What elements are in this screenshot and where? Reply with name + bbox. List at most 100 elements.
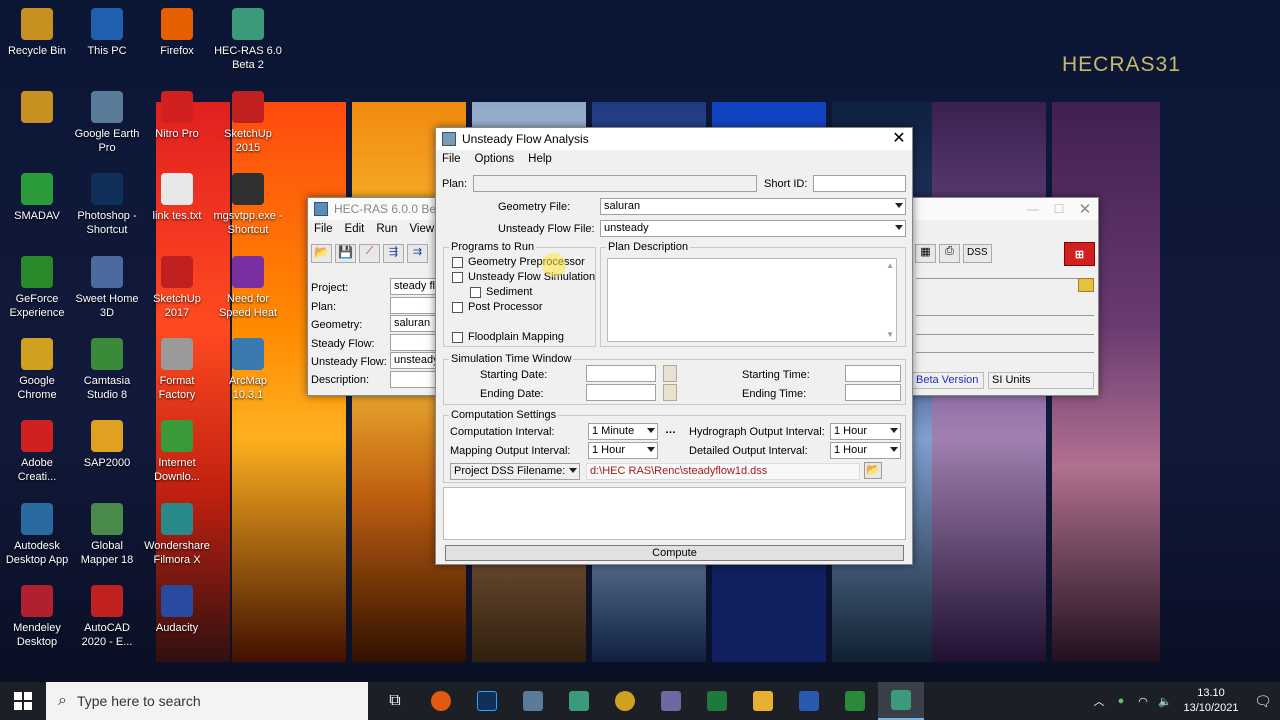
taskbar-app-active[interactable] <box>878 682 924 720</box>
checkbox-box[interactable] <box>452 301 463 313</box>
dialog-menu-file[interactable]: File <box>442 153 461 165</box>
desktop-icon[interactable]: Format Factory <box>142 338 212 402</box>
desktop-icon[interactable]: mgsvtpp.exe - Shortcut <box>213 173 283 237</box>
desktop-icon[interactable]: Need for Speed Heat <box>213 256 283 320</box>
dialog-menu-help[interactable]: Help <box>528 153 552 165</box>
chevron-up-icon[interactable]: ︿ <box>1088 693 1110 709</box>
desktop-icon[interactable]: Google Earth Pro <box>72 91 142 155</box>
clock[interactable]: 13.10 13/10/2021 <box>1176 686 1246 716</box>
desktop-icon[interactable]: Audacity <box>142 585 212 635</box>
desktop-icon[interactable]: SAP2000 <box>72 420 142 470</box>
steady-flow-field[interactable] <box>390 334 436 351</box>
menu-view[interactable]: View <box>409 223 434 235</box>
steady-flow-editor-icon[interactable]: ⇶ <box>383 244 404 263</box>
description-field[interactable] <box>390 371 436 388</box>
checkbox-box[interactable] <box>452 256 463 268</box>
folder-icon[interactable] <box>1078 278 1094 292</box>
ending-date-input[interactable] <box>586 384 656 401</box>
unsteady-flow-file-select[interactable]: unsteady <box>600 220 906 237</box>
save-project-icon[interactable]: 💾 <box>335 244 356 263</box>
start-button[interactable] <box>0 682 46 720</box>
desktop-icon[interactable]: Nitro Pro <box>142 91 212 141</box>
plan-input[interactable] <box>473 175 757 192</box>
desktop-icon[interactable]: Google Chrome <box>2 338 72 402</box>
desktop-icon[interactable]: Recycle Bin <box>2 8 72 58</box>
maximize-icon[interactable]: ☐ <box>1046 202 1072 216</box>
unsteady-flow-analysis-dialog[interactable]: Unsteady Flow Analysis ✕ File Options He… <box>435 127 913 565</box>
network-status-icon[interactable]: ● <box>1110 695 1132 707</box>
desktop-icon[interactable]: link tes.txt <box>142 173 212 223</box>
calendar-icon[interactable] <box>663 365 677 382</box>
checkbox-box[interactable] <box>452 271 463 283</box>
taskbar-app[interactable] <box>418 682 464 720</box>
project-dss-filename-select[interactable]: Project DSS Filename: <box>450 463 580 480</box>
dialog-menu-options[interactable]: Options <box>475 153 515 165</box>
plan-field[interactable] <box>390 297 436 314</box>
desktop-icon[interactable]: Sweet Home 3D <box>72 256 142 320</box>
desktop-icon[interactable]: HEC-RAS 6.0 Beta 2 <box>213 8 283 72</box>
more-options-icon[interactable]: … <box>665 424 676 436</box>
desktop-icon[interactable]: SketchUp 2015 <box>213 91 283 155</box>
taskbar-app[interactable] <box>740 682 786 720</box>
mapping-output-interval-select[interactable]: 1 Hour <box>588 442 658 459</box>
minimize-icon[interactable]: — <box>1020 202 1046 216</box>
desktop-icon[interactable]: Autodesk Desktop App <box>2 503 72 567</box>
checkbox-box[interactable] <box>470 286 481 298</box>
post-processor-checkbox[interactable]: Post Processor <box>452 301 543 313</box>
dialog-titlebar[interactable]: Unsteady Flow Analysis ✕ <box>436 128 912 150</box>
checkbox-box[interactable] <box>452 331 463 343</box>
project-dss-filename-input[interactable]: d:\HEC RAS\Renc\steadyflow1d.dss <box>586 463 860 480</box>
computation-interval-select[interactable]: 1 Minute <box>588 423 658 440</box>
geometry-file-select[interactable]: saluran <box>600 198 906 215</box>
ending-time-input[interactable] <box>845 384 901 401</box>
print-icon[interactable]: ⎙ <box>939 244 960 263</box>
unsteady-flow-editor-icon[interactable]: ⇉ <box>407 244 428 263</box>
desktop-icon[interactable]: SMADAV <box>2 173 72 223</box>
scroll-down-icon[interactable]: ▼ <box>886 330 894 339</box>
project-field[interactable]: steady flo <box>390 278 436 295</box>
task-view-button[interactable]: ⧉ <box>372 682 418 720</box>
desktop-icon[interactable]: Internet Downlo... <box>142 420 212 484</box>
geometry-editor-icon[interactable]: ⟋ <box>359 244 380 263</box>
geometry-field[interactable]: saluran <box>390 315 436 332</box>
desktop-icon[interactable] <box>2 91 72 127</box>
notification-icon[interactable]: 🗨 <box>1246 693 1280 710</box>
unsteady-flow-field[interactable]: unsteady <box>390 352 436 369</box>
desktop-icon[interactable]: GeForce Experience <box>2 256 72 320</box>
compute-button[interactable]: Compute <box>445 545 904 561</box>
scroll-up-icon[interactable]: ▲ <box>886 261 894 270</box>
starting-time-input[interactable] <box>845 365 901 382</box>
volume-icon[interactable]: 🔈 <box>1154 695 1176 708</box>
taskbar-app[interactable] <box>510 682 556 720</box>
search-box[interactable]: ⌕ Type here to search <box>46 682 368 720</box>
taskbar-app[interactable] <box>602 682 648 720</box>
desktop-icon[interactable]: Photoshop - Shortcut <box>72 173 142 237</box>
sediment-checkbox[interactable]: Sediment <box>470 286 532 298</box>
table-icon[interactable]: ▦ <box>915 244 936 263</box>
taskbar-app[interactable] <box>832 682 878 720</box>
calendar-icon[interactable] <box>663 384 677 401</box>
desktop-icon[interactable]: ArcMap 10.3.1 <box>213 338 283 402</box>
menu-file[interactable]: File <box>314 223 333 235</box>
detailed-output-interval-select[interactable]: 1 Hour <box>830 442 901 459</box>
taskbar-app[interactable] <box>648 682 694 720</box>
desktop-icon[interactable]: Wondershare Filmora X <box>142 503 212 567</box>
dialog-close-icon[interactable]: ✕ <box>886 128 912 150</box>
taskbar-app[interactable] <box>556 682 602 720</box>
menu-edit[interactable]: Edit <box>345 223 365 235</box>
desktop-icon[interactable]: AutoCAD 2020 - E... <box>72 585 142 649</box>
short-id-input[interactable] <box>813 175 906 192</box>
taskbar-app[interactable] <box>786 682 832 720</box>
menu-run[interactable]: Run <box>376 223 397 235</box>
taskbar-app[interactable] <box>694 682 740 720</box>
desktop-icon[interactable]: Mendeley Desktop <box>2 585 72 649</box>
hydrograph-output-interval-select[interactable]: 1 Hour <box>830 423 901 440</box>
wifi-icon[interactable]: ◠ <box>1132 695 1154 708</box>
close-icon[interactable]: ✕ <box>1072 200 1098 218</box>
starting-date-input[interactable] <box>586 365 656 382</box>
taskbar-app[interactable] <box>464 682 510 720</box>
unsteady-simulation-checkbox[interactable]: Unsteady Flow Simulation <box>452 271 595 283</box>
desktop-icon[interactable]: Camtasia Studio 8 <box>72 338 142 402</box>
desktop-icon[interactable]: Firefox <box>142 8 212 58</box>
dss-button[interactable]: DSS <box>963 244 992 263</box>
